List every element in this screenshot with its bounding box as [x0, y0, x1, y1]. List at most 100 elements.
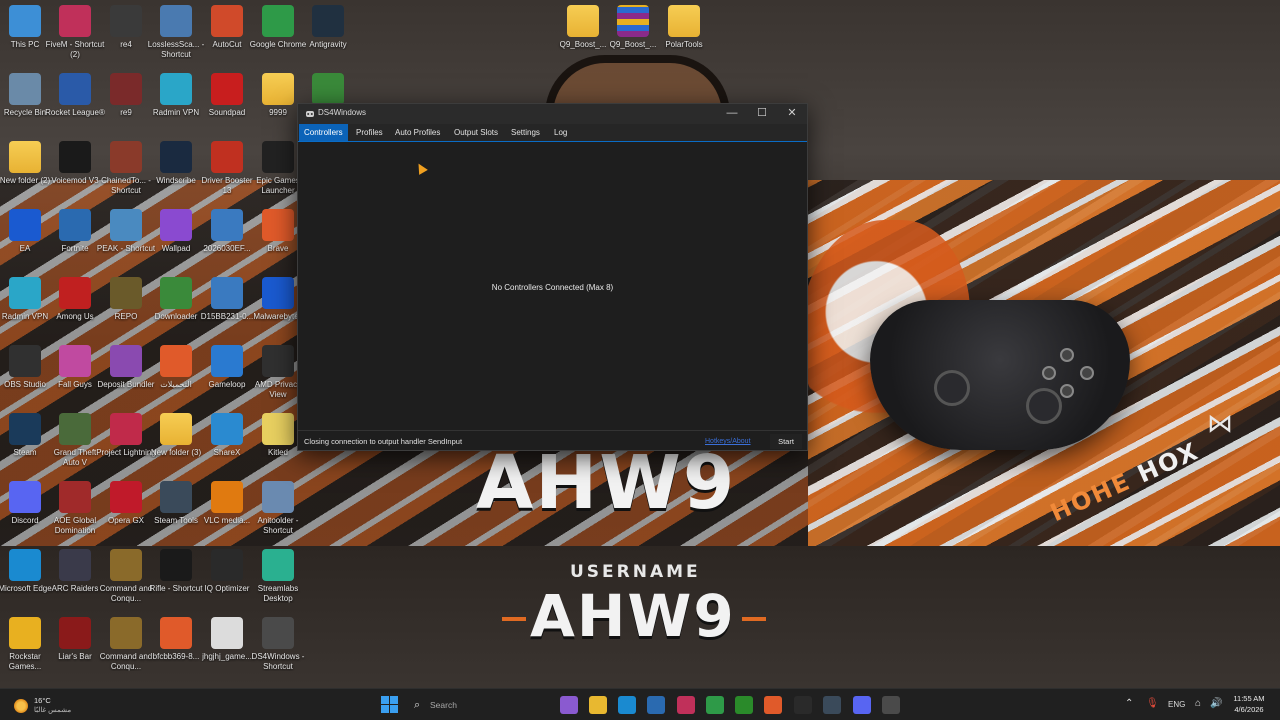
radmin-icon [160, 73, 192, 105]
tab-log[interactable]: Log [549, 124, 572, 141]
tab-auto-profiles[interactable]: Auto Profiles [390, 124, 445, 141]
taskbar-search-box[interactable]: ⌕ Search [405, 695, 550, 715]
desktop-icon-label: Antigravity [309, 40, 347, 49]
gamepad-button [1060, 348, 1074, 362]
downloads-icon [160, 345, 192, 377]
terminal-icon[interactable] [794, 696, 812, 714]
tab-bar: Controllers Profiles Auto Profiles Outpu… [298, 124, 807, 142]
wallpaper-title-bottom: AHW9 [530, 582, 736, 650]
amd-icon [262, 345, 294, 377]
weather-temperature: 16°C [34, 696, 51, 705]
tab-profiles[interactable]: Profiles [351, 124, 388, 141]
file-explorer-icon[interactable] [589, 696, 607, 714]
wallpaper-chevron-icon: ⋈ [1207, 408, 1233, 438]
file-icon [211, 617, 243, 649]
liars-bar-icon [59, 617, 91, 649]
steam-icon[interactable] [823, 696, 841, 714]
tray-microphone-icon[interactable]: 🎙 [1146, 698, 1159, 720]
tray-overflow-chevron-icon[interactable]: ⌃ [1125, 698, 1133, 720]
repo-icon [110, 277, 142, 309]
aoe-icon [59, 481, 91, 513]
wallpad-icon [160, 209, 192, 241]
lightning-icon [110, 413, 142, 445]
wallpaper-dash-right [742, 617, 766, 621]
folder-icon [668, 5, 700, 37]
status-text: Closing connection to output handler Sen… [304, 437, 463, 446]
fortnite-icon [59, 209, 91, 241]
wallpaper-dash-left [502, 617, 526, 621]
radmin-icon [9, 277, 41, 309]
clock-date: 4/6/2026 [1234, 705, 1264, 714]
copilot-icon[interactable] [560, 696, 578, 714]
no-controllers-message: No Controllers Connected (Max 8) [491, 283, 614, 292]
weather-widget[interactable]: 16°C مشمس غالبًا [10, 694, 100, 716]
gamepad-button [1042, 366, 1056, 380]
desktop-icon-label: Streamlabs Desktop [257, 584, 299, 603]
minimize-button[interactable]: — [717, 104, 747, 124]
desktop-icon[interactable]: DS4Windows - Shortcut [248, 617, 308, 683]
discord-icon [9, 481, 41, 513]
start-button[interactable]: Start [770, 434, 802, 449]
desktop-icon[interactable]: Anitoolder - Shortcut [248, 481, 308, 547]
rocket-league-icon [59, 73, 91, 105]
desktop-file-icon[interactable]: PolarTools [654, 5, 714, 71]
app-icon [312, 73, 344, 105]
iq-icon [211, 549, 243, 581]
edge-icon [9, 549, 41, 581]
fivem-icon[interactable] [677, 696, 695, 714]
windows-logo-icon [381, 696, 389, 704]
gamepad-button [1060, 384, 1074, 398]
re4-icon [110, 5, 142, 37]
brave-icon [160, 617, 192, 649]
cnc-icon [110, 617, 142, 649]
deposit-icon [110, 345, 142, 377]
fivem-icon [59, 5, 91, 37]
desktop-icon[interactable]: Antigravity [298, 5, 358, 71]
chained-icon [110, 141, 142, 173]
gamepad-button [1080, 366, 1094, 380]
streamlabs-icon [262, 549, 294, 581]
desktop-file-label: PolarTools [665, 40, 703, 49]
gameloop-icon [211, 345, 243, 377]
store-icon[interactable] [647, 696, 665, 714]
image-icon [211, 209, 243, 241]
xbox-icon[interactable] [735, 696, 753, 714]
tab-output-slots[interactable]: Output Slots [449, 124, 503, 141]
brave-icon[interactable] [764, 696, 782, 714]
tray-language[interactable]: ENG [1168, 700, 1185, 720]
folder-icon [262, 73, 294, 105]
chrome-icon[interactable] [706, 696, 724, 714]
ds4windows-icon[interactable] [882, 696, 900, 714]
window-title: DS4Windows [318, 108, 367, 117]
driver-booster-icon [211, 141, 243, 173]
monitor-icon [9, 5, 41, 37]
window-titlebar[interactable]: DS4Windows — ☐ ✕ [298, 104, 807, 124]
chrome-icon [262, 5, 294, 37]
windscribe-icon [160, 141, 192, 173]
taskbar-clock[interactable]: 11:55 AM 4/6/2026 [1226, 693, 1272, 715]
edge-icon[interactable] [618, 696, 636, 714]
steam-icon [9, 413, 41, 445]
start-menu-button[interactable] [381, 696, 398, 713]
downloader-icon [160, 277, 192, 309]
controllers-panel: No Controllers Connected (Max 8) [298, 142, 807, 430]
maximize-button[interactable]: ☐ [747, 104, 777, 124]
epic-icon [262, 141, 294, 173]
folder-icon [567, 5, 599, 37]
volume-icon[interactable]: 🔊 [1210, 698, 1222, 720]
tab-settings[interactable]: Settings [506, 124, 545, 141]
peak-icon [110, 209, 142, 241]
search-placeholder: Search [430, 700, 457, 710]
close-button[interactable]: ✕ [777, 104, 807, 124]
hotkeys-about-link[interactable]: Hotkeys/About [705, 438, 751, 445]
wallpaper-username-label: USERNAME [570, 562, 701, 582]
voicemod-icon [59, 141, 91, 173]
desktop-icon[interactable]: Streamlabs Desktop [248, 549, 308, 615]
vlc-icon [211, 481, 243, 513]
tab-controllers[interactable]: Controllers [299, 124, 348, 141]
antigravity-icon [312, 5, 344, 37]
discord-icon[interactable] [853, 696, 871, 714]
winrar-icon [617, 5, 649, 37]
network-icon[interactable]: ⌂ [1195, 698, 1201, 720]
taskbar: 16°C مشمس غالبًا ⌕ Search ⌃ 🎙 ENG ⌂ 🔊 11… [0, 688, 1280, 720]
